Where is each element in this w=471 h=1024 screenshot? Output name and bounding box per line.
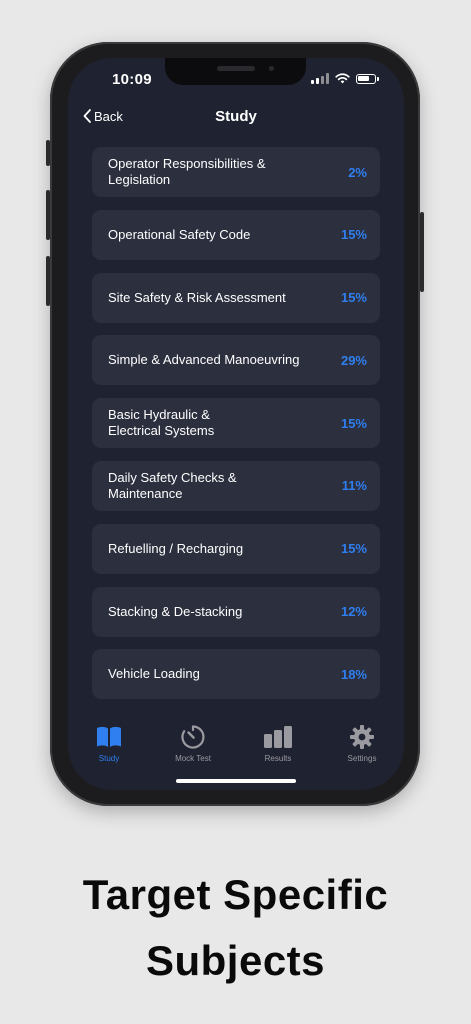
subject-item[interactable]: Operator Responsibilities & Legislation …: [92, 147, 380, 197]
subject-percent: 15%: [340, 415, 367, 431]
subject-label: Simple & Advanced Manoeuvring: [108, 352, 300, 368]
mute-switch: [46, 140, 50, 166]
caption-line-2: Subjects: [145, 937, 326, 984]
power-button: [420, 212, 424, 292]
volume-up-button: [46, 190, 50, 240]
app-store-screenshot: 10:09 Back Study Operator Responsibiliti…: [0, 0, 471, 1024]
subject-percent: 15%: [340, 227, 367, 243]
subject-list: Operator Responsibilities & Legislation …: [92, 147, 380, 712]
subject-label: Vehicle Loading: [108, 666, 200, 682]
subject-item[interactable]: Simple & Advanced Manoeuvring 29%: [92, 335, 380, 386]
subject-label: Operational Safety Code: [108, 226, 251, 242]
subject-item[interactable]: Basic Hydraulic & Electrical Systems 15%: [92, 398, 380, 449]
caption-line-1: Target Specific: [82, 871, 389, 918]
subject-percent: 29%: [340, 352, 367, 368]
wifi-icon: [335, 73, 350, 84]
subject-percent: 15%: [340, 541, 367, 557]
phone-screen: 10:09 Back Study Operator Responsibiliti…: [68, 58, 404, 790]
speaker: [217, 66, 255, 71]
tab-bar: Study Mock Test Results Settings: [68, 723, 404, 767]
subject-label: Operator Responsibilities & Legislation: [108, 156, 266, 187]
subject-label: Basic Hydraulic & Electrical Systems: [108, 407, 215, 439]
subject-label: Stacking & De-stacking: [108, 603, 243, 619]
tab-results[interactable]: Results: [248, 723, 308, 763]
subject-label: Daily Safety Checks & Maintenance: [108, 469, 237, 501]
page-title: Study: [215, 108, 257, 125]
subject-label: Refuelling / Recharging: [108, 540, 244, 556]
home-indicator[interactable]: [176, 779, 296, 783]
tab-settings[interactable]: Settings: [332, 723, 392, 763]
tab-label: Study: [98, 754, 120, 763]
subject-percent: 18%: [340, 666, 367, 682]
status-icons: [311, 73, 379, 84]
gear-icon: [350, 725, 374, 749]
subject-percent: 2%: [348, 164, 367, 180]
subject-item[interactable]: Refuelling / Recharging 15%: [92, 523, 380, 574]
tab-study[interactable]: Study: [79, 723, 139, 763]
bar-chart-icon: [264, 726, 292, 748]
subject-item[interactable]: Vehicle Loading 18%: [92, 649, 380, 700]
book-icon: [97, 726, 121, 747]
subject-percent: 12%: [340, 604, 367, 620]
tab-mock-test[interactable]: Mock Test: [163, 723, 223, 763]
stopwatch-icon: [181, 725, 205, 749]
front-camera: [269, 66, 274, 71]
battery-icon: [356, 73, 379, 84]
subject-percent: 11%: [341, 478, 367, 494]
signal-icon: [311, 73, 329, 84]
tab-label: Results: [264, 754, 292, 763]
marketing-caption: Target Specific Subjects: [0, 862, 471, 994]
subject-item[interactable]: Operational Safety Code 15%: [92, 209, 380, 260]
subject-item[interactable]: Site Safety & Risk Assessment 15%: [92, 272, 380, 323]
subject-item[interactable]: Daily Safety Checks & Maintenance 11%: [92, 460, 380, 511]
subject-label: Site Safety & Risk Assessment: [108, 289, 286, 305]
subject-item[interactable]: Stacking & De-stacking 12%: [92, 586, 380, 637]
tab-label: Settings: [347, 754, 377, 763]
notch: [165, 58, 306, 85]
tab-label: Mock Test: [175, 754, 211, 763]
subject-percent: 15%: [340, 290, 367, 306]
status-time: 10:09: [112, 71, 152, 88]
volume-down-button: [46, 256, 50, 306]
